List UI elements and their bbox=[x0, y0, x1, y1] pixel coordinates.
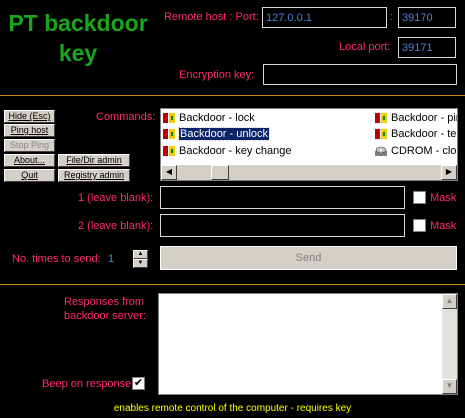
times-stepper[interactable]: ▲ ▼ bbox=[133, 250, 148, 268]
commands-hscrollbar[interactable]: ◀ ▶ bbox=[161, 164, 457, 180]
command-label: Backdoor - ter bbox=[391, 128, 458, 140]
local-port-label: Local port: bbox=[339, 41, 391, 53]
mask1-checkbox[interactable] bbox=[413, 191, 426, 204]
responses-vscrollbar[interactable]: ▲ ▼ bbox=[442, 294, 457, 394]
footer-text: enables remote control of the computer -… bbox=[113, 403, 352, 414]
scroll-right-icon[interactable]: ▶ bbox=[441, 165, 457, 180]
command-label: Backdoor - key change bbox=[179, 145, 292, 157]
list-item[interactable]: Backdoor - lock bbox=[161, 110, 255, 126]
scroll-thumb[interactable] bbox=[211, 165, 229, 180]
remote-host-input[interactable] bbox=[262, 7, 387, 28]
beep-checkbox[interactable]: ✔ bbox=[132, 377, 145, 390]
scroll-up-icon[interactable]: ▲ bbox=[442, 294, 457, 309]
backdoor-icon bbox=[163, 113, 175, 123]
param2-input[interactable] bbox=[160, 214, 405, 237]
command-label: Backdoor - unlock bbox=[177, 127, 271, 141]
about-button[interactable]: About... bbox=[4, 154, 55, 167]
port-separator: : bbox=[390, 11, 394, 23]
ping-host-button[interactable]: Ping host bbox=[4, 124, 55, 137]
list-item[interactable]: Backdoor - unlock bbox=[161, 126, 271, 142]
beep-label: Beep on response bbox=[42, 378, 132, 390]
command-label: CDROM - clos bbox=[391, 145, 458, 157]
send-button[interactable]: Send bbox=[160, 246, 457, 270]
registry-admin-button[interactable]: Registry admin bbox=[58, 169, 130, 182]
times-value: 1 bbox=[108, 253, 115, 265]
encryption-key-label: Encryption key: bbox=[179, 69, 255, 81]
mask1-label: Mask bbox=[430, 192, 457, 204]
commands-list[interactable]: Backdoor - lock Backdoor - unlock Backdo… bbox=[160, 108, 458, 181]
divider-bottom bbox=[0, 284, 465, 285]
command-label: Backdoor - pin bbox=[391, 112, 458, 124]
cdrom-icon bbox=[375, 146, 387, 156]
stepper-down-icon[interactable]: ▼ bbox=[133, 259, 148, 268]
times-label: No. times to send: bbox=[12, 253, 101, 265]
app-title: PT backdoor key bbox=[8, 10, 148, 66]
encryption-key-input[interactable] bbox=[263, 64, 457, 85]
file-dir-admin-button[interactable]: File/Dir admin bbox=[58, 154, 130, 167]
scroll-down-icon[interactable]: ▼ bbox=[442, 379, 457, 394]
scroll-left-icon[interactable]: ◀ bbox=[161, 165, 177, 180]
responses-box[interactable]: ▲ ▼ bbox=[158, 293, 458, 395]
command-label: Backdoor - lock bbox=[179, 112, 255, 124]
divider-top bbox=[0, 95, 465, 96]
stepper-up-icon[interactable]: ▲ bbox=[133, 250, 148, 259]
backdoor-icon bbox=[163, 129, 175, 139]
local-port-input[interactable] bbox=[398, 37, 456, 58]
list-item[interactable]: Backdoor - key change bbox=[161, 143, 292, 159]
remote-host-label: Remote host : Port: bbox=[164, 11, 259, 23]
commands-label: Commands: bbox=[96, 111, 156, 123]
backdoor-icon bbox=[163, 146, 175, 156]
backdoor-icon bbox=[375, 129, 387, 139]
list-item[interactable]: Backdoor - pin bbox=[373, 110, 458, 126]
responses-label: Responses from backdoor server: bbox=[64, 296, 146, 322]
list-item[interactable]: Backdoor - ter bbox=[373, 126, 458, 142]
stop-ping-button[interactable]: Stop Ping bbox=[4, 139, 55, 152]
list-item[interactable]: CDROM - clos bbox=[373, 143, 458, 159]
quit-button[interactable]: Quit bbox=[4, 169, 55, 182]
param2-label: 2 (leave blank): bbox=[78, 220, 154, 232]
mask2-label: Mask bbox=[430, 220, 457, 232]
remote-port-input[interactable] bbox=[398, 7, 456, 28]
mask2-checkbox[interactable] bbox=[413, 219, 426, 232]
param1-label: 1 (leave blank): bbox=[78, 192, 154, 204]
param1-input[interactable] bbox=[160, 186, 405, 209]
backdoor-icon bbox=[375, 113, 387, 123]
hide-button[interactable]: Hide (Esc) bbox=[4, 110, 55, 123]
